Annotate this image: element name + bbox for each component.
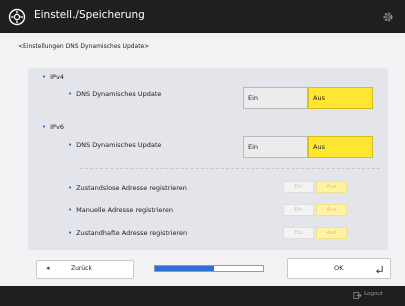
row-label: Zustandhafte Adresse registrieren xyxy=(76,229,188,237)
row-manual-address: • Manuelle Adresse registrieren xyxy=(68,206,173,214)
stateful-address-off-button: Aus xyxy=(316,227,347,239)
row-stateless-address: • Zustandslose Adresse registrieren xyxy=(68,184,187,192)
ipv4-dns-update-on-button[interactable]: Ein xyxy=(243,87,308,109)
row-label: DNS Dynamisches Update xyxy=(76,90,162,98)
ipv6-dns-update-on-button[interactable]: Ein xyxy=(243,136,308,158)
row-ipv4-dns-update: • DNS Dynamisches Update xyxy=(68,90,161,98)
logout-icon xyxy=(353,291,362,300)
logout-button[interactable]: Logout xyxy=(364,291,383,297)
row-label: Zustandslose Adresse registrieren xyxy=(76,184,187,192)
section-ipv6: • IPv6 xyxy=(42,123,64,131)
bullet-icon: • xyxy=(68,184,73,192)
ipv6-dns-update-off-button[interactable]: Aus xyxy=(308,136,373,158)
stateless-address-on-button: Ein xyxy=(283,181,314,193)
divider xyxy=(80,168,380,169)
breadcrumb: <Einstellungen DNS Dynamisches Update> xyxy=(18,43,150,50)
gear-icon[interactable] xyxy=(381,10,395,24)
ok-label: OK xyxy=(334,264,344,272)
section-ipv4-label: IPv4 xyxy=(50,73,64,81)
back-button[interactable]: ◂ Zurück xyxy=(36,260,134,279)
bullet-icon: • xyxy=(68,90,73,98)
row-stateful-address: • Zustandhafte Adresse registrieren xyxy=(68,229,187,237)
bullet-icon: • xyxy=(68,206,73,214)
ok-button[interactable]: OK xyxy=(287,258,391,279)
progress-fill xyxy=(155,266,215,271)
status-bar: Logout xyxy=(0,286,405,306)
bullet-icon: • xyxy=(42,73,47,81)
back-label: Zurück xyxy=(71,265,92,272)
back-arrow-icon: ◂ xyxy=(46,264,50,272)
bullet-icon: • xyxy=(68,229,73,237)
manual-address-on-button: Ein xyxy=(283,204,314,216)
return-icon xyxy=(376,265,383,274)
row-label: DNS Dynamisches Update xyxy=(76,141,162,149)
ipv4-dns-update-off-button[interactable]: Aus xyxy=(308,87,373,109)
bullet-icon: • xyxy=(42,123,47,131)
section-ipv6-label: IPv6 xyxy=(50,123,64,131)
progress-bar xyxy=(154,265,264,272)
row-ipv6-dns-update: • DNS Dynamisches Update xyxy=(68,141,161,149)
manual-address-off-button: Aus xyxy=(316,204,347,216)
stateless-address-off-button: Aus xyxy=(316,181,347,193)
title-bar: Einstell./Speicherung xyxy=(0,0,405,33)
section-ipv4: • IPv4 xyxy=(42,73,64,81)
bullet-icon: • xyxy=(68,141,73,149)
stateful-address-on-button: Ein xyxy=(283,227,314,239)
row-label: Manuelle Adresse registrieren xyxy=(76,206,173,214)
page-title: Einstell./Speicherung xyxy=(34,9,145,21)
settings-save-icon xyxy=(8,8,26,26)
